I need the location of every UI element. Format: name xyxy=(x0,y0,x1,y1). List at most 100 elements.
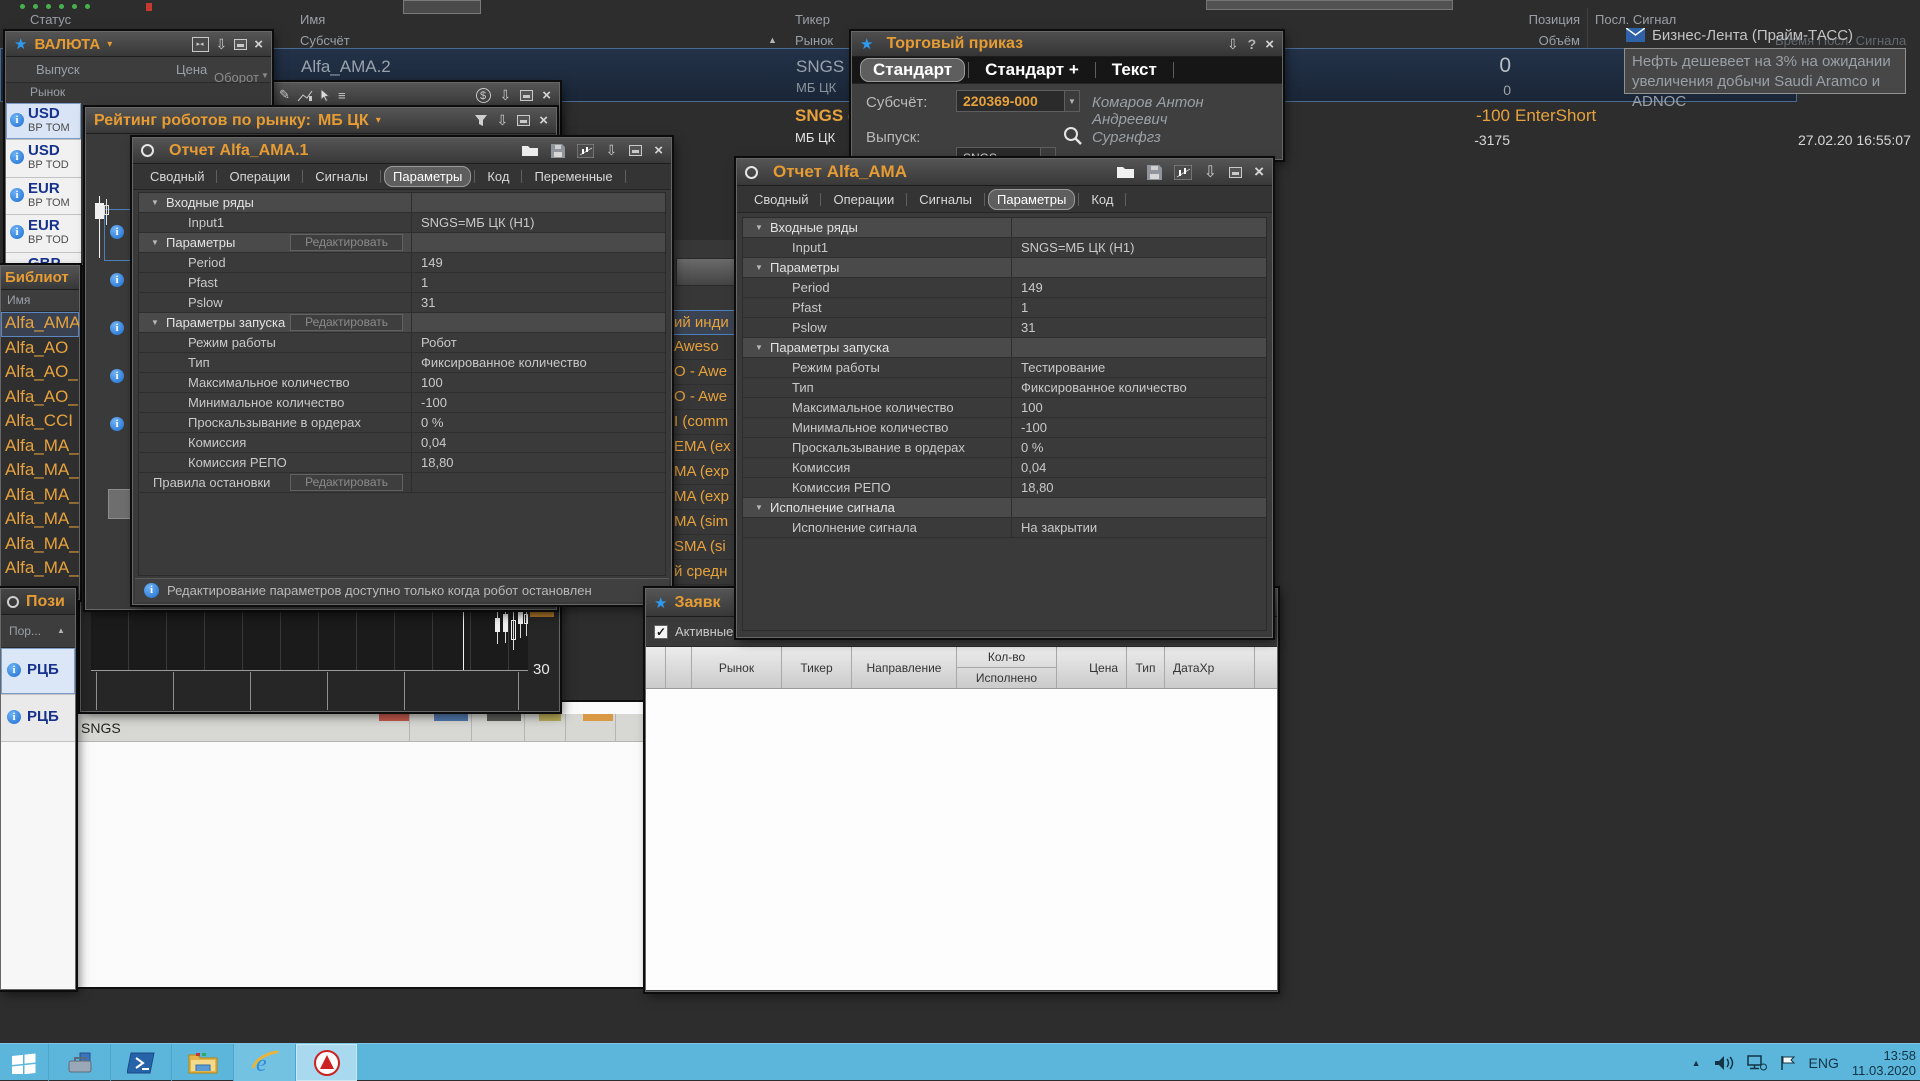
minimize-icon[interactable] xyxy=(629,145,642,156)
parameter-row[interactable]: ▼ Тип Фиксированное количество xyxy=(743,378,1266,398)
section-arrow-icon[interactable]: ▼ xyxy=(748,263,770,272)
rating-market[interactable]: МБ ЦК xyxy=(318,112,369,130)
column-portfolio[interactable]: Пор... xyxy=(9,624,41,638)
report-tab[interactable]: Переменные xyxy=(525,166,621,187)
parameter-row[interactable]: ▼ Input1 SNGS=МБ ЦК (H1) xyxy=(139,213,665,233)
volume-icon[interactable] xyxy=(1714,1055,1734,1071)
favorite-star-icon[interactable]: ★ xyxy=(860,35,873,53)
info-icon[interactable]: i xyxy=(110,369,124,383)
taskbar-item-trading-app[interactable] xyxy=(295,1044,357,1081)
active-checkbox[interactable]: ✓ xyxy=(654,625,668,639)
parameter-row[interactable]: ▼ Минимальное количество -100 xyxy=(743,418,1266,438)
order-tab[interactable]: Стандарт xyxy=(860,58,965,82)
pin-icon[interactable]: ⇩ xyxy=(1227,36,1239,53)
info-icon[interactable]: i xyxy=(10,113,24,127)
filter-funnel-icon[interactable] xyxy=(474,114,488,127)
info-icon[interactable]: i xyxy=(110,225,124,239)
close-icon[interactable]: × xyxy=(1254,162,1264,182)
pencil-icon[interactable]: ✎ xyxy=(279,87,290,103)
parameter-row[interactable]: ▼ Проскальзывание в ордерах 0 % xyxy=(139,413,665,433)
report1-titlebar[interactable]: Отчет Alfa_AMA.1 ⇩ × xyxy=(133,138,671,164)
column-filled[interactable]: Исполнено xyxy=(957,668,1056,688)
report-tab[interactable]: Сигналы xyxy=(306,166,377,187)
library-titlebar[interactable]: Библиот xyxy=(1,266,79,290)
info-icon[interactable]: i xyxy=(10,225,24,239)
column-issue[interactable]: Выпуск xyxy=(36,62,80,77)
chevron-down-icon[interactable]: ▾ xyxy=(376,115,381,126)
section-arrow-icon[interactable]: ▼ xyxy=(748,343,770,352)
sort-arrow-icon[interactable]: ▲ xyxy=(57,626,65,635)
currency-titlebar[interactable]: ★ ВАЛЮТА ▾ ▸◂ ⇩ × xyxy=(6,32,271,57)
edit-button[interactable]: Редактировать xyxy=(290,234,403,251)
parameter-row[interactable]: ▼ Максимальное количество 100 xyxy=(743,398,1266,418)
pin-icon[interactable]: ⇩ xyxy=(216,36,228,53)
column-name[interactable]: Имя xyxy=(7,293,30,307)
column-direction[interactable]: Направление xyxy=(852,647,957,688)
rating-titlebar[interactable]: Рейтинг роботов по рынку: МБ ЦК ▾ ⇩ × xyxy=(86,108,556,134)
parameter-row[interactable]: ▼ Входные ряды xyxy=(139,193,665,213)
column-name[interactable]: Имя xyxy=(300,12,325,27)
sort-arrow-icon[interactable]: ▼ xyxy=(261,71,269,80)
parameter-row[interactable]: ▼ Комиссия РЕПО 18,80 xyxy=(743,478,1266,498)
open-folder-icon[interactable] xyxy=(521,144,539,157)
section-arrow-icon[interactable]: ▼ xyxy=(144,318,166,327)
currency-title[interactable]: ВАЛЮТА xyxy=(34,36,100,53)
scrollbar-thumb[interactable] xyxy=(108,489,132,519)
column-ticker[interactable]: Тикер xyxy=(795,12,830,27)
levels-icon[interactable]: ≡ xyxy=(338,88,346,103)
button-fragment[interactable] xyxy=(676,258,737,286)
info-icon[interactable]: i xyxy=(7,710,21,724)
report2-titlebar[interactable]: Отчет Alfa_AMA ⇩ × xyxy=(737,159,1272,186)
currency-row[interactable]: i USD ВР TOD xyxy=(6,140,81,177)
parameter-row[interactable]: ▼ Минимальное количество -100 xyxy=(139,393,665,413)
chart-type-icon[interactable] xyxy=(297,89,313,102)
library-item[interactable]: Alfa_AMA xyxy=(1,312,79,337)
report-tab[interactable]: Сигналы xyxy=(910,189,981,210)
parameter-row[interactable]: ▼ Pfast 1 xyxy=(139,273,665,293)
pin-icon[interactable]: ⇩ xyxy=(1204,162,1217,182)
clock[interactable]: 13:58 11.03.2020 xyxy=(1852,1048,1916,1078)
parameter-row[interactable]: ▼ Тип Фиксированное количество xyxy=(139,353,665,373)
help-icon[interactable]: ? xyxy=(1248,36,1257,52)
orders-table-body[interactable] xyxy=(646,689,1277,990)
parameter-row[interactable]: ▼ Period 149 xyxy=(743,278,1266,298)
report-tab[interactable]: Операции xyxy=(220,166,299,187)
info-icon[interactable]: i xyxy=(110,417,124,431)
column-ticker[interactable]: Тикер xyxy=(782,647,852,688)
link-windows-icon[interactable]: ▸◂ xyxy=(192,37,209,52)
trade-order-titlebar[interactable]: ★ Торговый приказ ⇩ ? × xyxy=(852,32,1282,57)
taskbar-item-explorer[interactable] xyxy=(171,1044,233,1081)
parameter-row[interactable]: ▼ Параметры xyxy=(743,258,1266,278)
report-tab[interactable]: Параметры xyxy=(988,189,1075,210)
column-volume[interactable]: Объём xyxy=(1480,33,1580,48)
chart-report-icon[interactable] xyxy=(577,144,594,158)
currency-mode-icon[interactable]: $ xyxy=(476,88,491,103)
quote-row[interactable]: SNGS xyxy=(59,714,648,742)
market-label[interactable]: Рынок xyxy=(30,85,65,99)
record-icon[interactable] xyxy=(7,596,19,608)
minimize-icon[interactable] xyxy=(234,39,247,50)
currency-row[interactable]: i GBP xyxy=(6,253,81,266)
taskbar-item-server-manager[interactable] xyxy=(48,1044,110,1081)
report-tab[interactable]: Код xyxy=(478,166,518,187)
chart-report-icon[interactable] xyxy=(1174,165,1192,180)
close-icon[interactable]: × xyxy=(539,112,548,129)
library-item[interactable]: Alfa_MA_ xyxy=(1,484,79,509)
library-item[interactable]: Alfa_MA_ xyxy=(1,508,79,533)
library-item[interactable]: Alfa_CCI xyxy=(1,410,79,435)
info-icon[interactable]: i xyxy=(110,321,124,335)
minimize-icon[interactable] xyxy=(1229,167,1242,178)
parameter-row[interactable]: ▼ Режим работы Тестирование xyxy=(743,358,1266,378)
report-tab[interactable]: Параметры xyxy=(384,166,471,187)
parameter-row[interactable]: ▼ Режим работы Робот xyxy=(139,333,665,353)
pin-icon[interactable]: ⇩ xyxy=(606,142,618,159)
info-icon[interactable]: i xyxy=(10,188,24,202)
column-market[interactable]: Рынок xyxy=(795,33,833,48)
taskbar-item-powershell[interactable] xyxy=(110,1044,171,1081)
news-popup[interactable]: Бизнес-Лента (Прайм-ТАСС) Нефть дешевеет… xyxy=(1622,22,1908,96)
order-tab[interactable]: Стандарт + xyxy=(972,58,1092,82)
minimize-icon[interactable] xyxy=(517,115,530,126)
open-folder-icon[interactable] xyxy=(1116,165,1135,179)
column-price[interactable]: Цена xyxy=(1057,647,1127,688)
save-icon[interactable] xyxy=(551,144,565,158)
